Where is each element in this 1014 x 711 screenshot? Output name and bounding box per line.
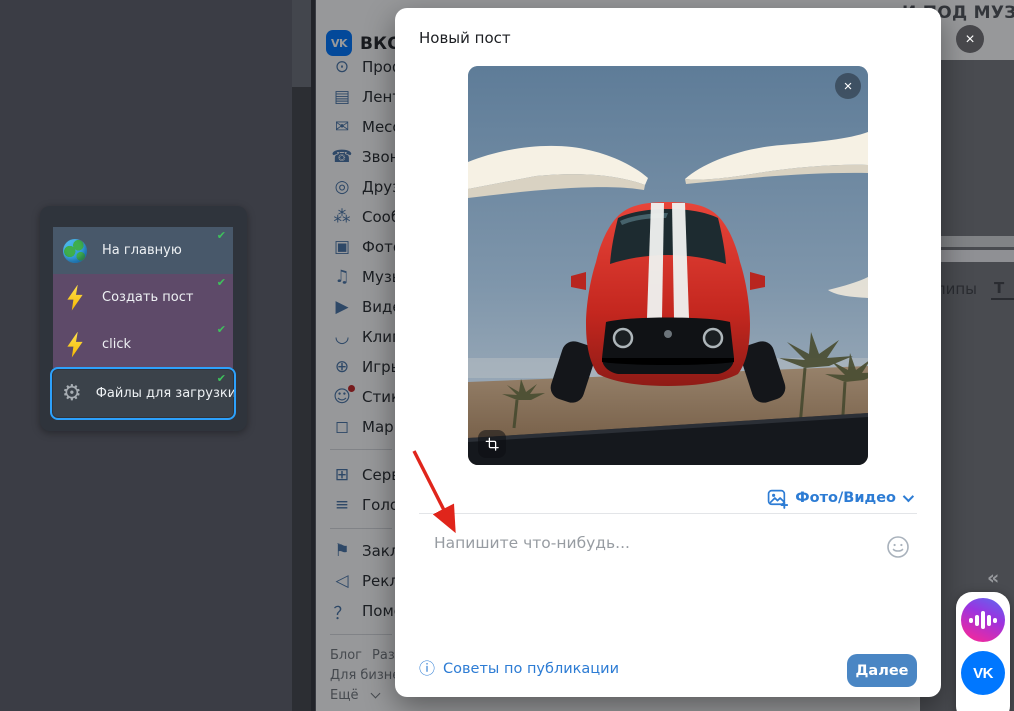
chevron-down-icon (902, 490, 915, 503)
lightning-icon (67, 284, 83, 311)
info-icon: ⓘ (419, 659, 436, 678)
panel-scrollbar-thumb[interactable] (292, 0, 311, 87)
check-icon: ✔ (216, 372, 226, 385)
vk-service-button[interactable]: VK (961, 651, 1005, 695)
new-post-modal: Новый пост × Фото/Видео Напишите что-ниб… (395, 8, 941, 697)
music-waveform-icon (969, 611, 997, 629)
step-upload-files[interactable]: ⚙ Файлы для загрузки ✔ (50, 367, 237, 420)
post-text-input[interactable] (434, 534, 854, 604)
tips-label: Советы по публикации (443, 661, 619, 677)
globe-icon (63, 238, 87, 263)
step-label: Файлы для загрузки (95, 386, 237, 401)
extension-dock: VK (956, 592, 1010, 711)
crop-button[interactable] (478, 430, 506, 458)
step-label: На главную (102, 243, 182, 258)
check-icon: ✔ (216, 229, 226, 242)
publication-tips-link[interactable]: ⓘ Советы по публикации (419, 659, 619, 678)
car-jump-photo (468, 66, 868, 465)
step-label: click (102, 337, 132, 352)
emoji-picker-button[interactable] (886, 535, 910, 559)
step-home[interactable]: На главную ✔ (53, 227, 233, 274)
step-label: Создать пост (102, 290, 194, 305)
photo-video-label: Фото/Видео (795, 490, 896, 506)
screen: На главную ✔ Создать пост ✔ click ✔ ⚙ Фа… (0, 0, 1014, 711)
dock-collapse-icon[interactable]: « (987, 567, 999, 589)
attached-photo: × (468, 66, 868, 465)
photo-video-menu[interactable]: Фото/Видео (767, 486, 915, 510)
gear-icon: ⚙ (62, 380, 82, 406)
modal-title: Новый пост (419, 29, 511, 47)
automation-steps-list: На главную ✔ Создать пост ✔ click ✔ ⚙ Фа… (50, 227, 237, 420)
next-button[interactable]: Далее (847, 654, 917, 687)
music-service-button[interactable] (961, 598, 1005, 642)
automation-steps-panel: На главную ✔ Создать пост ✔ click ✔ ⚙ Фа… (40, 206, 247, 431)
modal-divider (419, 513, 917, 514)
close-button[interactable]: × (956, 25, 984, 53)
check-icon: ✔ (216, 276, 226, 289)
step-click[interactable]: click ✔ (53, 321, 233, 368)
panel-scrollbar-track[interactable] (292, 0, 311, 711)
check-icon: ✔ (216, 323, 226, 336)
smiley-icon (887, 536, 909, 558)
remove-photo-button[interactable]: × (835, 73, 861, 99)
crop-icon (485, 437, 499, 451)
step-create-post[interactable]: Создать пост ✔ (53, 274, 233, 321)
lightning-icon (67, 331, 83, 358)
photo-add-icon (768, 489, 789, 509)
